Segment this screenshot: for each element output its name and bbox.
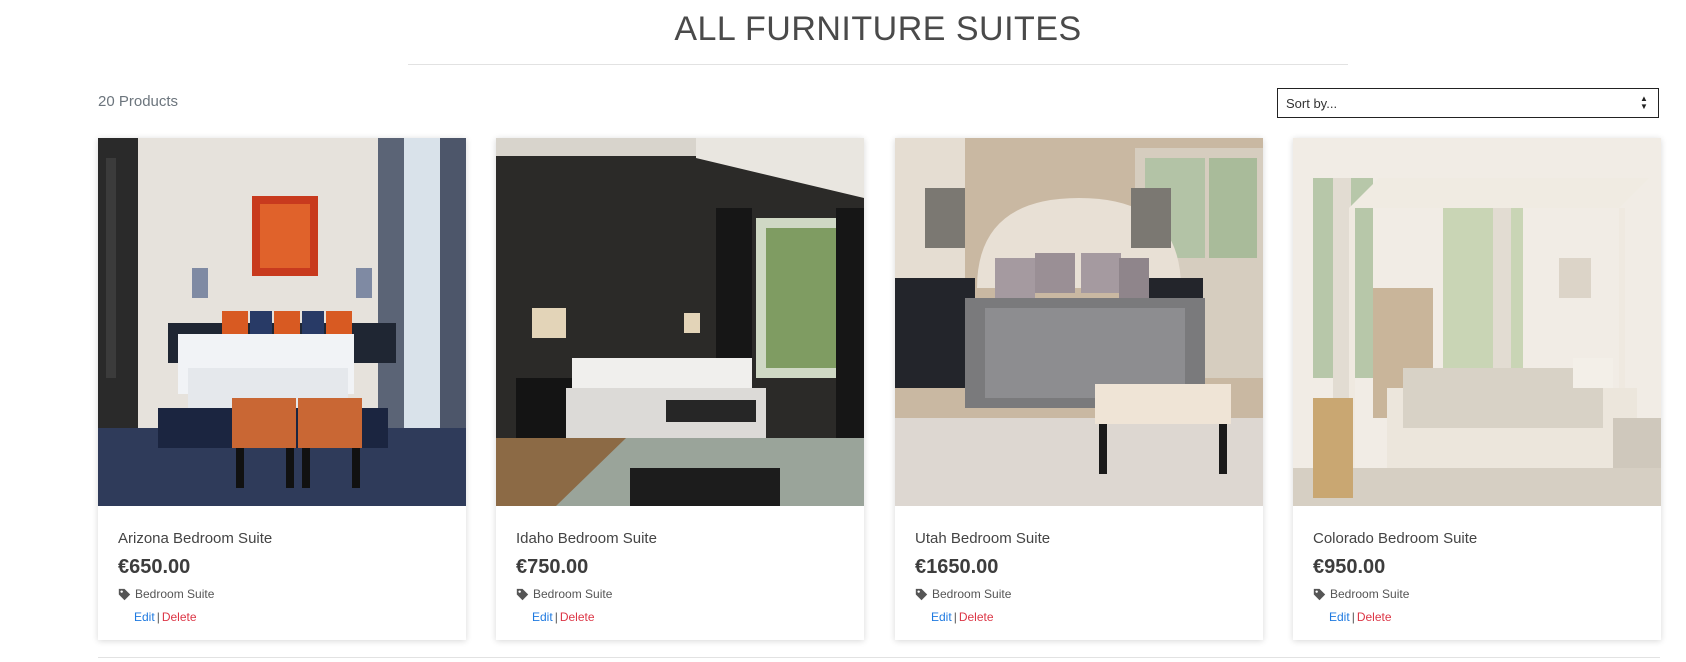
product-category[interactable]: Bedroom Suite (915, 587, 1011, 601)
product-image[interactable] (1293, 138, 1661, 506)
tag-icon (915, 588, 928, 600)
product-image[interactable] (496, 138, 864, 506)
tag-icon (516, 588, 529, 600)
product-actions: Edit | Delete (931, 610, 994, 624)
product-category[interactable]: Bedroom Suite (118, 587, 214, 601)
product-card: Utah Bedroom Suite €1650.00 Bedroom Suit… (895, 138, 1263, 640)
product-category-label: Bedroom Suite (135, 587, 215, 601)
delete-link[interactable]: Delete (959, 610, 994, 624)
delete-link[interactable]: Delete (560, 610, 595, 624)
product-name[interactable]: Idaho Bedroom Suite (516, 530, 657, 547)
action-separator: | (953, 610, 957, 624)
page-title: ALL FURNITURE SUITES (674, 10, 1082, 48)
delete-link[interactable]: Delete (162, 610, 197, 624)
edit-link[interactable]: Edit (931, 610, 952, 624)
product-name[interactable]: Colorado Bedroom Suite (1313, 530, 1477, 547)
product-actions: Edit | Delete (134, 610, 197, 624)
product-category-label: Bedroom Suite (932, 587, 1012, 601)
product-actions: Edit | Delete (532, 610, 595, 624)
product-card: Arizona Bedroom Suite €650.00 Bedroom Su… (98, 138, 466, 640)
product-category[interactable]: Bedroom Suite (516, 587, 612, 601)
product-category[interactable]: Bedroom Suite (1313, 587, 1409, 601)
action-separator: | (1351, 610, 1355, 624)
product-name[interactable]: Utah Bedroom Suite (915, 530, 1050, 547)
product-price: €950.00 (1313, 556, 1386, 578)
product-image[interactable] (98, 138, 466, 506)
product-price: €1650.00 (915, 556, 999, 578)
sort-arrows-icon: ▲ ▼ (1640, 94, 1648, 111)
title-divider (408, 64, 1348, 65)
product-price: €650.00 (118, 556, 191, 578)
edit-link[interactable]: Edit (134, 610, 155, 624)
product-name[interactable]: Arizona Bedroom Suite (118, 530, 272, 547)
product-price: €750.00 (516, 556, 589, 578)
action-separator: | (156, 610, 160, 624)
product-actions: Edit | Delete (1329, 610, 1392, 624)
product-count: 20 Products (98, 93, 179, 110)
edit-link[interactable]: Edit (532, 610, 553, 624)
tag-icon (118, 588, 131, 600)
delete-link[interactable]: Delete (1357, 610, 1392, 624)
product-image[interactable] (895, 138, 1263, 506)
bottom-divider (98, 657, 1660, 658)
product-category-label: Bedroom Suite (1330, 587, 1410, 601)
product-card: Colorado Bedroom Suite €950.00 Bedroom S… (1293, 138, 1661, 640)
sort-select[interactable]: Sort by... ▲ ▼ (1277, 88, 1659, 118)
tag-icon (1313, 588, 1326, 600)
product-category-label: Bedroom Suite (533, 587, 613, 601)
product-card: Idaho Bedroom Suite €750.00 Bedroom Suit… (496, 138, 864, 640)
sort-select-value: Sort by... (1286, 96, 1338, 111)
edit-link[interactable]: Edit (1329, 610, 1350, 624)
action-separator: | (554, 610, 558, 624)
